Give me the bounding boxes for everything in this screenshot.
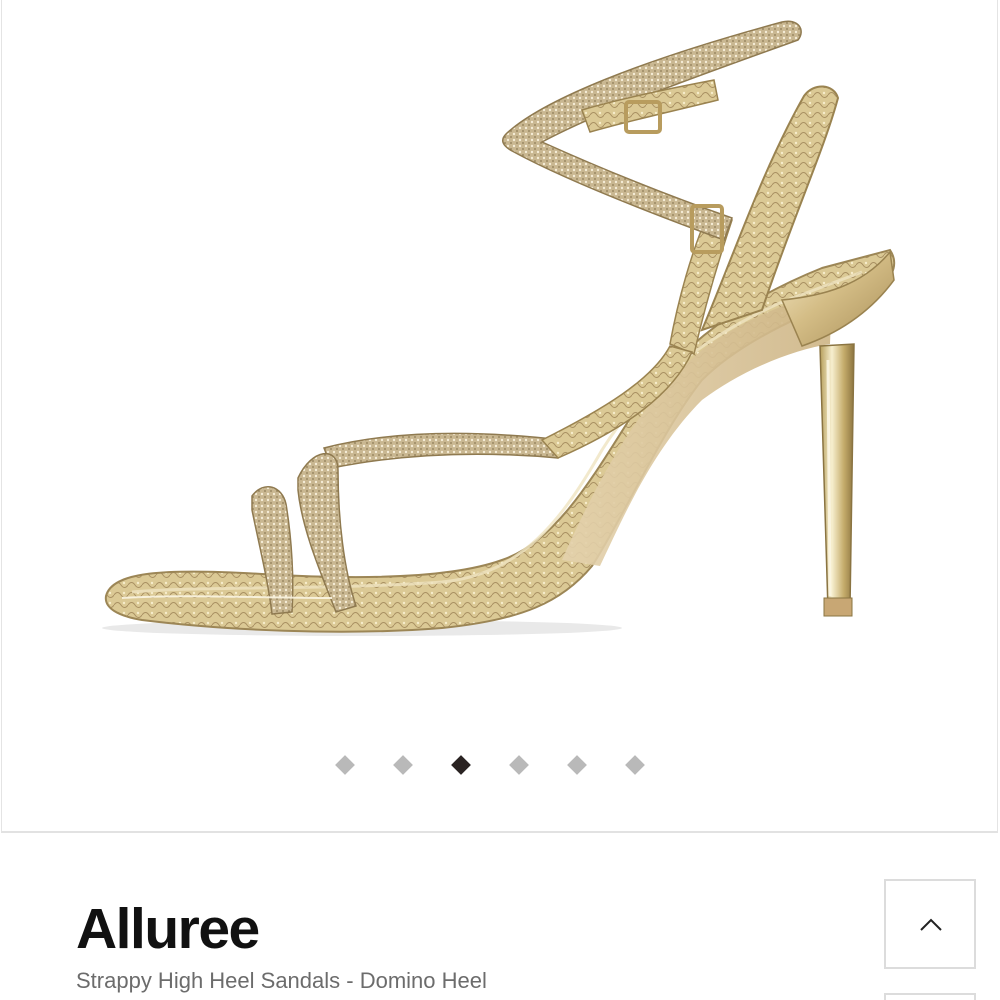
product-page: Alluree Strappy High Heel Sandals - Domi…: [0, 0, 1000, 1000]
carousel-indicators: [2, 754, 997, 778]
product-subtitle: Strappy High Heel Sandals - Domino Heel: [76, 968, 487, 993]
carousel-dot-1[interactable]: [335, 755, 355, 775]
secondary-button[interactable]: [884, 993, 976, 1000]
carousel-dot-3-active[interactable]: [451, 755, 471, 775]
product-brand-title: Alluree: [76, 897, 260, 961]
carousel-dot-4[interactable]: [509, 755, 529, 775]
chevron-up-icon: [920, 918, 942, 931]
carousel-dot-6[interactable]: [625, 755, 645, 775]
scroll-to-top-button[interactable]: [884, 879, 976, 969]
product-image-gallery[interactable]: [1, 0, 998, 833]
gold-strappy-sandal-image: [102, 20, 896, 636]
carousel-dot-2[interactable]: [393, 755, 413, 775]
carousel-dot-5[interactable]: [567, 755, 587, 775]
product-info: Alluree Strappy High Heel Sandals - Domi…: [0, 835, 1000, 1000]
